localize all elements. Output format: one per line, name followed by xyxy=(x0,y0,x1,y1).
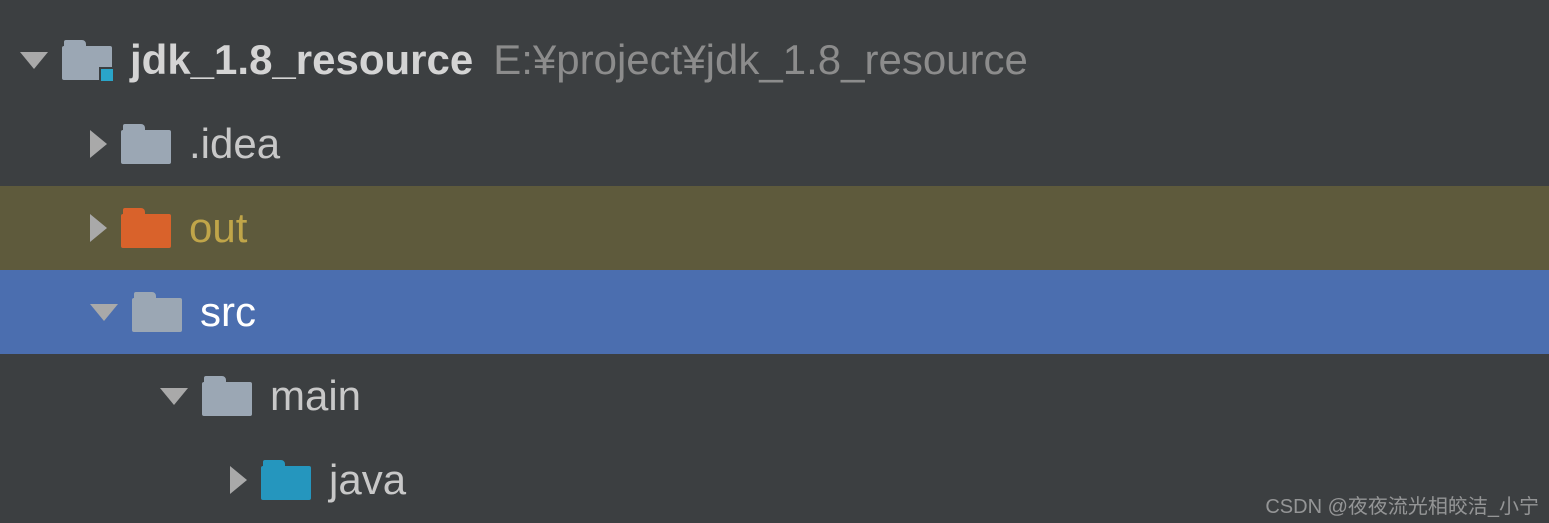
module-folder-icon xyxy=(62,40,112,80)
tree-label-main: main xyxy=(270,372,361,420)
chevron-right-icon[interactable] xyxy=(230,466,247,494)
folder-icon xyxy=(121,208,171,248)
tree-row-idea[interactable]: .idea xyxy=(0,102,1549,186)
tree-label-src: src xyxy=(200,288,256,336)
folder-icon xyxy=(132,292,182,332)
tree-row-main[interactable]: main xyxy=(0,354,1549,438)
source-folder-icon xyxy=(261,460,311,500)
folder-icon xyxy=(121,124,171,164)
tree-row-src[interactable]: src xyxy=(0,270,1549,354)
project-tree: jdk_1.8_resource E:¥project¥jdk_1.8_reso… xyxy=(0,0,1549,522)
tree-path-root: E:¥project¥jdk_1.8_resource xyxy=(493,36,1028,84)
folder-icon xyxy=(202,376,252,416)
chevron-down-icon[interactable] xyxy=(20,52,48,69)
chevron-down-icon[interactable] xyxy=(160,388,188,405)
watermark-text: CSDN @夜夜流光相皎洁_小宁 xyxy=(1265,490,1539,519)
chevron-right-icon[interactable] xyxy=(90,214,107,242)
tree-row-root[interactable]: jdk_1.8_resource E:¥project¥jdk_1.8_reso… xyxy=(0,18,1549,102)
tree-label-idea: .idea xyxy=(189,120,280,168)
tree-label-root: jdk_1.8_resource xyxy=(130,36,473,84)
chevron-right-icon[interactable] xyxy=(90,130,107,158)
tree-label-out: out xyxy=(189,204,247,252)
chevron-down-icon[interactable] xyxy=(90,304,118,321)
tree-label-java: java xyxy=(329,456,406,504)
tree-row-out[interactable]: out xyxy=(0,186,1549,270)
